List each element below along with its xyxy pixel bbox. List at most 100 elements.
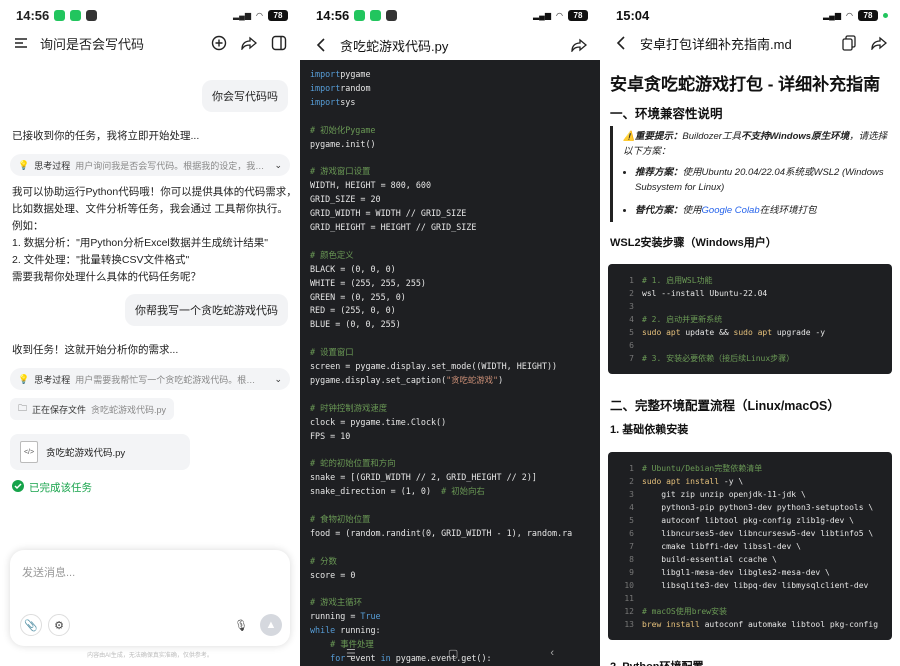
copy-icon[interactable] — [838, 32, 860, 54]
status-time: 15:04 — [616, 7, 650, 23]
code-line: WHITE = (255, 255, 255) — [310, 277, 572, 291]
saving-label: 正在保存文件 — [32, 404, 87, 415]
code-token: # 游戏主循环 — [310, 597, 362, 608]
code-token: cmake libffi-dev libssl-dev \ — [642, 542, 801, 551]
code-token: git zip unzip openjdk-11-jdk \ — [642, 490, 806, 499]
code-line: importpygame — [310, 68, 572, 82]
note-bold: 不支持Windows原生环境 — [740, 131, 850, 142]
colab-link[interactable]: Google Colab — [702, 205, 760, 216]
code-line: GRID_SIZE = 20 — [310, 193, 572, 207]
code-token: # 时钟控制游戏速度 — [310, 402, 388, 413]
code-token: upgrade -y — [772, 328, 826, 337]
answer-line: 2. 文件处理："批量转换CSV文件格式" — [12, 254, 190, 266]
line-number: 3 — [629, 490, 634, 499]
warning-icon: ⚠️ — [623, 131, 635, 142]
code-token: GRID_SIZE = 20 — [310, 194, 381, 205]
status-time: 14:56 — [16, 7, 50, 23]
line-number: 5 — [629, 328, 634, 337]
attach-icon[interactable]: 📎 — [20, 614, 42, 636]
code-line: clock = pygame.time.Clock() — [310, 416, 572, 430]
note-text: Buildozer工具 — [682, 131, 741, 142]
share-icon[interactable] — [868, 32, 890, 54]
code-line: # 颜色定义 — [310, 249, 572, 263]
code-token: pygame — [340, 69, 371, 79]
code-line: 10 libsqlite3-dev libpq-dev libmysqlclie… — [616, 579, 884, 592]
markdown-viewer-screen: 15:04 ▂▄▆ ◠ 78 安卓打包详细补充指南.md 安卓贪吃蛇游戏打包 - 详… — [600, 0, 900, 666]
thinking-process-toggle[interactable]: 💡 思考过程 用户询问我是否会写代码。根据我的设定，我… ⌄ — [10, 154, 290, 176]
code-token: snake_direction = (1, 0) — [310, 486, 442, 497]
menu-icon[interactable] — [10, 32, 32, 54]
wifi-icon: ◠ — [846, 10, 853, 20]
code-token: wsl --install Ubuntu-22.04 — [642, 289, 768, 298]
code-token: # 分数 — [310, 555, 337, 566]
code-line: 5 sudo apt update && sudo apt upgrade -y — [616, 326, 884, 339]
option-label: 推荐方案： — [635, 167, 683, 178]
nav-bar — [600, 630, 900, 656]
code-line: # 游戏主循环 — [310, 596, 572, 610]
line-number: 6 — [629, 529, 634, 538]
thinking-summary: 用户需要我帮忙写一个贪吃蛇游戏代码。根… — [75, 374, 256, 385]
code-token: GREEN = (0, 255, 0) — [310, 291, 406, 302]
code-token: libsqlite3-dev libpq-dev libmysqlclient-… — [642, 581, 869, 590]
option-label: 替代方案： — [635, 205, 683, 216]
back-nav-icon[interactable]: ‹ — [550, 647, 554, 659]
back-arrow-icon[interactable] — [610, 32, 632, 54]
code-token: libgl1-mesa-dev libgles2-mesa-dev \ — [642, 568, 830, 577]
code-line: 7 cmake libffi-dev libssl-dev \ — [616, 540, 884, 553]
indicator-dot-icon — [883, 12, 888, 18]
code-token: brew install — [642, 620, 700, 629]
saving-file-chip[interactable]: 🗀 正在保存文件 贪吃蛇游戏代码.py — [10, 398, 175, 420]
code-token: random — [340, 82, 371, 93]
new-chat-icon[interactable] — [208, 32, 230, 54]
share-icon[interactable] — [238, 32, 260, 54]
line-number: 7 — [629, 542, 634, 551]
code-token: food = (random.randint(0, GRID_WIDTH - 1… — [310, 527, 573, 538]
message-input[interactable]: 发送消息... — [22, 564, 75, 580]
share-icon[interactable] — [568, 34, 590, 56]
line-number: 1 — [629, 464, 634, 473]
code-token: WHITE = (255, 255, 255) — [310, 277, 426, 288]
code-line: 6 libncurses5-dev libncursesw5-dev libti… — [616, 527, 884, 540]
answer-line: 1. 数据分析："用Python分析Excel数据并生成统计结果" — [12, 237, 268, 249]
code-token: pygame.display.set_caption( — [310, 374, 447, 385]
file-toolbar: 贪吃蛇游戏代码.py — [300, 30, 600, 60]
answer-line: 例如： — [12, 220, 44, 232]
wifi-icon: ◠ — [256, 10, 263, 20]
chat-title: 询问是否会写代码 — [40, 36, 145, 52]
back-arrow-icon[interactable] — [310, 34, 332, 56]
send-button[interactable]: ▲ — [260, 614, 282, 636]
check-circle-icon — [12, 480, 24, 495]
folder-icon: 🗀 — [18, 403, 28, 413]
code-token: build-essential ccache \ — [642, 555, 777, 564]
home-icon[interactable]: ▢ — [448, 647, 458, 660]
code-line: GRID_HEIGHT = HEIGHT // GRID_SIZE — [310, 221, 572, 235]
code-token: snake = [(GRID_WIDTH // 2, GRID_HEIGHT /… — [310, 472, 537, 483]
code-line: pygame.init() — [310, 138, 572, 152]
microphone-icon[interactable]: 🎙 — [230, 614, 252, 636]
file-card[interactable]: </> 贪吃蛇游戏代码.py — [10, 434, 190, 470]
message-input-box[interactable]: 发送消息... 📎 ⚙ 🎙 ▲ — [10, 550, 290, 646]
code-line: RED = (255, 0, 0) — [310, 304, 572, 318]
code-token: # 颜色定义 — [310, 249, 354, 260]
recent-apps-icon[interactable]: ☰ — [346, 647, 356, 660]
line-number: 2 — [629, 289, 634, 298]
code-line: importsys — [310, 96, 572, 110]
section-heading: 一、环境兼容性说明 — [610, 107, 723, 121]
wechat-icon — [54, 9, 66, 21]
signal-icon: ▂▄▆ — [533, 10, 552, 20]
code-token: import — [310, 82, 341, 93]
nav-bar: ☰ ▢ ‹ — [300, 640, 600, 666]
code-viewer-screen: 14:56 ▂▄▆ ◠ 78 贪吃蛇游戏代码.py importpygame impo… — [300, 0, 600, 666]
code-token: FPS = 10 — [310, 430, 351, 441]
tools-icon[interactable]: ⚙ — [48, 614, 70, 636]
wifi-icon: ◠ — [556, 10, 563, 20]
sidebar-toggle-icon[interactable] — [268, 32, 290, 54]
thinking-process-toggle[interactable]: 💡 思考过程 用户需要我帮忙写一个贪吃蛇游戏代码。根… ⌄ — [10, 368, 290, 390]
thinking-label: 思考过程 — [34, 160, 71, 171]
code-token: # 游戏窗口设置 — [310, 166, 371, 177]
